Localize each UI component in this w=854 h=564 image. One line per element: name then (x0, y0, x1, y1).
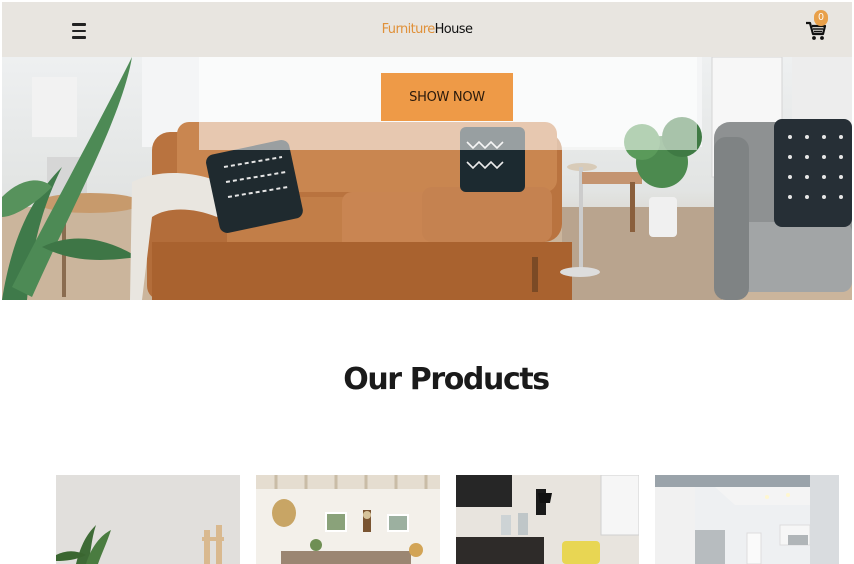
product-card-2[interactable] (256, 475, 440, 564)
product-card-3[interactable] (456, 475, 639, 564)
site-header: FurnitureHouse (2, 2, 852, 57)
cart-count-badge: 0 (814, 10, 828, 26)
section-title: Our Products (343, 362, 550, 397)
brand-name-part2: House (434, 22, 473, 37)
brand-name-part1: Furniture (381, 22, 436, 37)
product-card-4[interactable] (655, 475, 839, 564)
hero-banner: SHOW NOW (2, 57, 852, 300)
product-image-1 (56, 475, 240, 564)
shop-now-button[interactable]: SHOW NOW (381, 73, 513, 121)
brand-logo[interactable]: FurnitureHouse (382, 22, 473, 37)
hamburger-menu-icon[interactable] (72, 23, 88, 39)
product-image-3 (456, 475, 639, 564)
product-image-4 (655, 475, 839, 564)
product-image-2 (256, 475, 440, 564)
product-card-1[interactable] (56, 475, 240, 564)
